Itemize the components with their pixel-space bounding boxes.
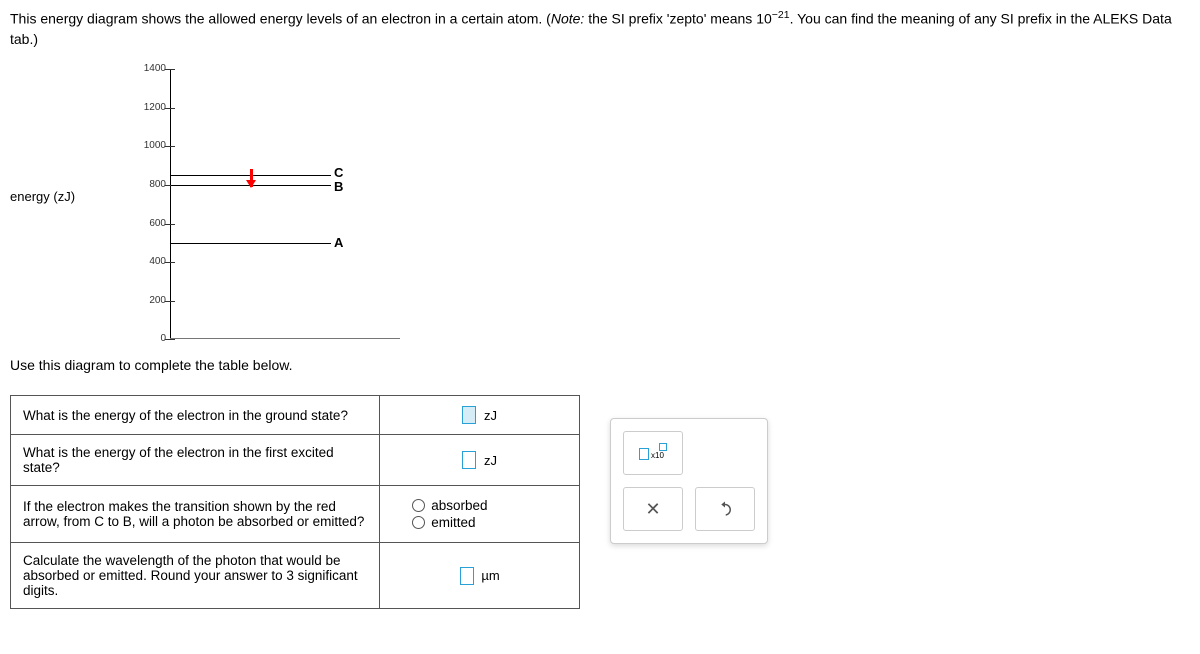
tick-1000: 1000 <box>136 140 166 151</box>
radio-absorbed-label: absorbed <box>431 498 487 513</box>
q3-answer-cell: absorbed emitted <box>380 486 580 543</box>
q1-answer-cell: zJ <box>380 396 580 435</box>
intro-base: 10 <box>756 11 772 27</box>
radio-emitted[interactable]: emitted <box>392 515 567 530</box>
tick-0: 0 <box>136 333 166 344</box>
plot-area: C B A <box>171 69 410 339</box>
radio-circle-icon <box>412 516 425 529</box>
table-row: What is the energy of the electron in th… <box>11 435 580 486</box>
q4-unit: µm <box>481 568 499 583</box>
q1-input[interactable] <box>462 406 476 424</box>
table-row: Calculate the wavelength of the photon t… <box>11 543 580 609</box>
y-axis-label: energy (zJ) <box>10 189 75 204</box>
undo-icon <box>716 500 734 518</box>
energy-diagram: energy (zJ) 1400 1200 1000 800 600 400 2… <box>10 59 410 349</box>
sci-x10-label: x10 <box>651 451 664 460</box>
q4-answer-cell: µm <box>380 543 580 609</box>
table-row: What is the energy of the electron in th… <box>11 396 580 435</box>
table-row: If the electron makes the transition sho… <box>11 486 580 543</box>
tickmark <box>165 339 175 340</box>
intro-part2: the SI prefix 'zepto' means <box>584 11 756 27</box>
q2-text: What is the energy of the electron in th… <box>11 435 380 486</box>
q4-input[interactable] <box>460 567 474 585</box>
q1-text: What is the energy of the electron in th… <box>11 396 380 435</box>
sci-notation-button[interactable]: x10 <box>623 431 683 475</box>
q3-text: If the electron makes the transition sho… <box>11 486 380 543</box>
tick-600: 600 <box>136 218 166 229</box>
level-a-label: A <box>334 235 343 250</box>
reset-button[interactable] <box>695 487 755 531</box>
intro-text: This energy diagram shows the allowed en… <box>10 8 1190 49</box>
subheading: Use this diagram to complete the table b… <box>10 357 1190 373</box>
close-icon: ✕ <box>645 499 660 520</box>
tick-1200: 1200 <box>136 102 166 113</box>
q2-input[interactable] <box>462 451 476 469</box>
q4-text: Calculate the wavelength of the photon t… <box>11 543 380 609</box>
level-a <box>171 243 331 244</box>
level-b-label: B <box>334 179 343 194</box>
sci-notation-icon: x10 <box>639 443 667 463</box>
keypad-popover: x10 ✕ <box>610 418 768 544</box>
radio-emitted-label: emitted <box>431 515 475 530</box>
intro-exp: −21 <box>772 9 790 21</box>
tick-1400: 1400 <box>136 63 166 74</box>
radio-absorbed[interactable]: absorbed <box>392 498 567 513</box>
q2-unit: zJ <box>484 453 497 468</box>
level-c-label: C <box>334 165 343 180</box>
q1-unit: zJ <box>484 408 497 423</box>
intro-part1: This energy diagram shows the allowed en… <box>10 11 551 27</box>
clear-button[interactable]: ✕ <box>623 487 683 531</box>
intro-note-label: Note: <box>551 11 584 27</box>
question-table: What is the energy of the electron in th… <box>10 395 580 609</box>
tick-800: 800 <box>136 179 166 190</box>
tick-400: 400 <box>136 256 166 267</box>
radio-circle-icon <box>412 499 425 512</box>
q2-answer-cell: zJ <box>380 435 580 486</box>
tick-200: 200 <box>136 295 166 306</box>
